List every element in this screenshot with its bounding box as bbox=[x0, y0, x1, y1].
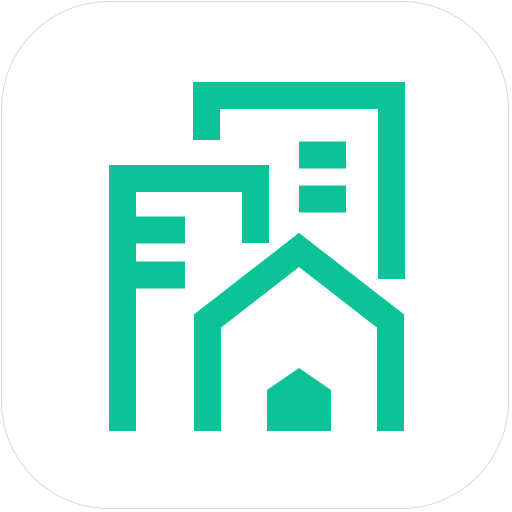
app-icon[interactable] bbox=[1, 1, 509, 509]
buildings-with-house-icon bbox=[109, 82, 405, 431]
house-door bbox=[267, 368, 331, 431]
icon-canvas bbox=[0, 0, 512, 512]
